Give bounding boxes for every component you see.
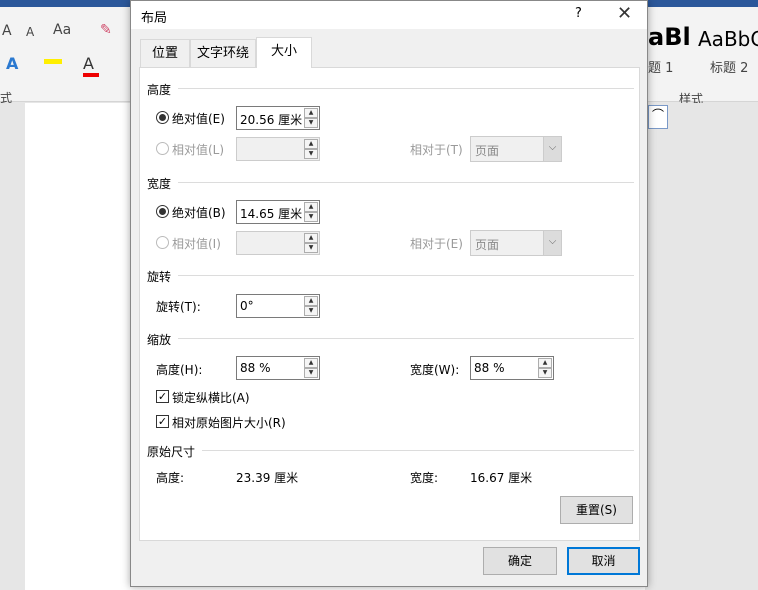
tab-text-wrapping[interactable]: 文字环绕: [190, 39, 256, 67]
grow-font-button[interactable]: A: [2, 23, 12, 39]
original-width-label: 宽度:: [410, 471, 439, 485]
spin-down-button[interactable]: ▼: [538, 368, 552, 378]
rotation-label: 旋转(T):: [156, 300, 201, 314]
chevron-down-icon: ⌵: [543, 137, 561, 161]
divider: [178, 338, 634, 339]
divider: [178, 88, 634, 89]
clear-format-icon[interactable]: ✎: [100, 22, 112, 38]
spin-up-button[interactable]: ▲: [304, 202, 318, 212]
style-heading2-preview[interactable]: AaBbC: [698, 27, 758, 51]
height-relative-radio[interactable]: [156, 142, 169, 155]
width-relative-to-value: 页面: [475, 238, 500, 252]
spin-up-button[interactable]: ▲: [304, 233, 318, 243]
height-absolute-input[interactable]: 20.56 厘米 ▲ ▼: [236, 106, 320, 130]
dialog-title: 布局: [141, 11, 168, 26]
width-relative-input[interactable]: ▲ ▼: [236, 231, 320, 255]
change-case-button[interactable]: Aa: [53, 22, 71, 38]
width-absolute-input[interactable]: 14.65 厘米 ▲ ▼: [236, 200, 320, 224]
original-width-value: 16.67 厘米: [470, 471, 533, 485]
font-color-bar: [83, 73, 99, 77]
rotation-section-label: 旋转: [147, 270, 172, 284]
scale-height-label: 高度(H):: [156, 363, 203, 377]
height-absolute-label: 绝对值(E): [172, 112, 225, 126]
close-button[interactable]: ✕: [617, 3, 632, 24]
width-relative-to-select[interactable]: 页面 ⌵: [470, 230, 562, 256]
original-size-section-label: 原始尺寸: [147, 445, 196, 459]
relative-original-label: 相对原始图片大小(R): [172, 416, 286, 430]
original-height-label: 高度:: [156, 471, 185, 485]
size-panel: 高度 绝对值(E) 20.56 厘米 ▲ ▼ 相对值(L) ▲ ▼ 相对于(T) 页面…: [139, 67, 640, 541]
shrink-font-button[interactable]: A: [26, 25, 34, 39]
spin-down-button[interactable]: ▼: [304, 243, 318, 253]
scale-height-value: 88 %: [240, 361, 271, 375]
divider: [202, 450, 634, 451]
dialog-titlebar: 布局 ? ✕: [131, 1, 647, 29]
style-heading2-name[interactable]: 标题 2: [710, 57, 748, 76]
height-relative-to-select[interactable]: 页面 ⌵: [470, 136, 562, 162]
spin-down-button[interactable]: ▼: [304, 306, 318, 316]
spin-down-button[interactable]: ▼: [304, 368, 318, 378]
font-color-icon[interactable]: A: [83, 54, 94, 73]
scale-width-input[interactable]: 88 % ▲ ▼: [470, 356, 554, 380]
divider: [178, 182, 634, 183]
height-absolute-value: 20.56 厘米: [240, 113, 303, 127]
layout-dialog: 布局 ? ✕ 位置 文字环绕 大小 高度 绝对值(E) 20.56 厘米 ▲ ▼ 相…: [130, 0, 648, 587]
rotation-input[interactable]: 0° ▲ ▼: [236, 294, 320, 318]
width-absolute-label: 绝对值(B): [172, 206, 226, 220]
height-relative-label: 相对值(L): [172, 143, 225, 157]
spin-up-button[interactable]: ▲: [304, 358, 318, 368]
spin-down-button[interactable]: ▼: [304, 212, 318, 222]
spin-down-button[interactable]: ▼: [304, 118, 318, 128]
spin-up-button[interactable]: ▲: [304, 139, 318, 149]
relative-original-checkbox[interactable]: ✓: [156, 415, 169, 428]
scale-width-value: 88 %: [474, 361, 505, 375]
spin-up-button[interactable]: ▲: [538, 358, 552, 368]
spin-up-button[interactable]: ▲: [304, 296, 318, 306]
width-section-label: 宽度: [147, 177, 172, 191]
width-absolute-value: 14.65 厘米: [240, 207, 303, 221]
text-effects-icon[interactable]: A: [6, 54, 18, 73]
chevron-down-icon: ⌵: [543, 231, 561, 255]
divider: [178, 275, 634, 276]
scale-width-label: 宽度(W):: [410, 363, 460, 377]
tab-position[interactable]: 位置: [140, 39, 190, 67]
tab-size[interactable]: 大小: [256, 37, 312, 68]
style-heading1-name[interactable]: 题 1: [648, 57, 673, 76]
spin-up-button[interactable]: ▲: [304, 108, 318, 118]
rotation-value: 0°: [240, 299, 254, 313]
spin-down-button[interactable]: ▼: [304, 149, 318, 159]
cancel-button[interactable]: 取消: [567, 547, 640, 575]
height-relative-to-label: 相对于(T): [410, 143, 463, 157]
width-relative-label: 相对值(I): [172, 237, 221, 251]
width-relative-radio[interactable]: [156, 236, 169, 249]
original-height-value: 23.39 厘米: [236, 471, 299, 485]
layout-options-icon[interactable]: ⌒: [648, 105, 668, 129]
lock-aspect-label: 锁定纵横比(A): [172, 391, 250, 405]
highlight-icon[interactable]: [44, 59, 62, 64]
help-button[interactable]: ?: [575, 6, 582, 21]
reset-button[interactable]: 重置(S): [560, 496, 633, 524]
height-section-label: 高度: [147, 83, 172, 97]
height-relative-input[interactable]: ▲ ▼: [236, 137, 320, 161]
scale-section-label: 缩放: [147, 333, 172, 347]
height-absolute-radio[interactable]: [156, 111, 169, 124]
scale-height-input[interactable]: 88 % ▲ ▼: [236, 356, 320, 380]
height-relative-to-value: 页面: [475, 144, 500, 158]
ok-button[interactable]: 确定: [483, 547, 557, 575]
style-heading1-preview[interactable]: aBl: [648, 23, 691, 51]
lock-aspect-checkbox[interactable]: ✓: [156, 390, 169, 403]
width-absolute-radio[interactable]: [156, 205, 169, 218]
width-relative-to-label: 相对于(E): [410, 237, 463, 251]
